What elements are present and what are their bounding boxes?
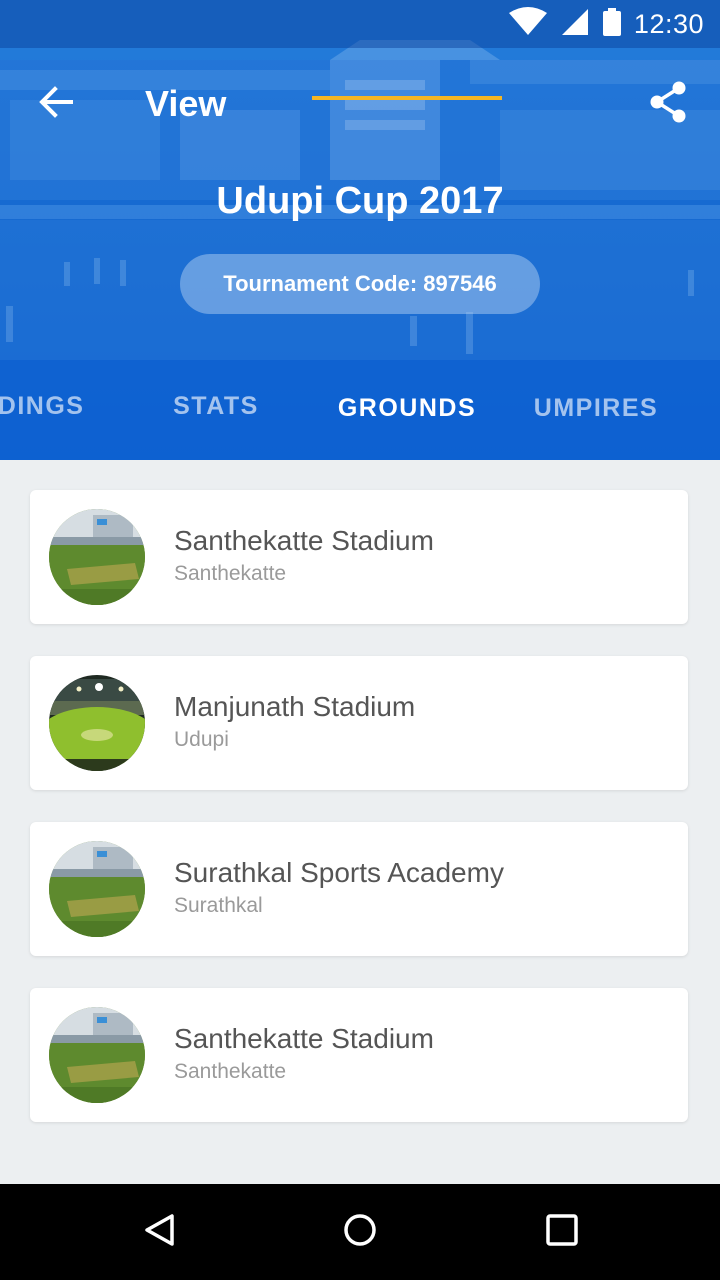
ground-thumbnail — [49, 1007, 145, 1103]
ground-thumbnail — [49, 509, 145, 605]
tournament-code-badge: Tournament Code: 897546 — [180, 254, 540, 314]
nav-back-button[interactable] — [130, 1202, 190, 1262]
arrow-left-icon — [38, 84, 74, 125]
ground-city: Santhekatte — [174, 1060, 287, 1083]
back-button[interactable] — [24, 72, 88, 136]
battery-icon — [602, 7, 622, 42]
ground-city: Santhekatte — [174, 562, 287, 585]
share-icon — [648, 80, 688, 129]
tab-standings[interactable]: STANDINGS — [0, 360, 130, 460]
ground-thumbnail — [49, 675, 145, 771]
tournament-name: Udupi Cup 2017 — [216, 180, 504, 222]
tab-label: STATS — [173, 392, 259, 420]
tab-label: STANDINGS — [0, 392, 85, 420]
ground-thumbnail — [49, 841, 145, 937]
nav-recents-button[interactable] — [532, 1202, 592, 1262]
nav-home-button[interactable] — [330, 1202, 390, 1262]
ground-card[interactable]: Manjunath Stadium Udupi — [30, 656, 688, 790]
status-time: 12:30 — [633, 8, 704, 39]
grounds-list: Santhekatte Stadium Santhekatte Manjunat… — [0, 460, 720, 1184]
wifi-icon — [508, 6, 548, 42]
tab-grounds[interactable]: GROUNDS — [312, 360, 502, 460]
ground-name: Surathkal Sports Academy — [174, 857, 504, 888]
ground-card[interactable]: Santhekatte Stadium Santhekatte — [30, 490, 688, 624]
toolbar-title: View — [145, 83, 227, 124]
ground-city: Surathkal — [174, 894, 263, 917]
tab-label: UMPIRES — [533, 394, 659, 422]
tab-stats[interactable]: STATS — [130, 360, 302, 460]
home-circle-icon — [342, 1212, 378, 1253]
app-root: 12:30 View Udupi Cup 2017 Tournament Cod… — [0, 0, 720, 1280]
system-navigation-bar — [0, 1184, 720, 1280]
tournament-header: 12:30 View Udupi Cup 2017 Tournament Cod… — [0, 0, 720, 460]
status-icons: 12:30 — [508, 0, 704, 48]
ground-card[interactable]: Santhekatte Stadium Santhekatte — [30, 988, 688, 1122]
status-bar: 12:30 — [0, 0, 720, 48]
tab-bar: STANDINGS STATS GROUNDS UMPIRES — [0, 360, 720, 460]
signal-icon — [560, 7, 590, 42]
ground-name: Santhekatte Stadium — [174, 1023, 434, 1054]
back-triangle-icon — [142, 1212, 178, 1253]
ground-card[interactable]: Surathkal Sports Academy Surathkal — [30, 822, 688, 956]
toolbar: View — [0, 48, 720, 160]
recents-square-icon — [544, 1212, 580, 1253]
tab-umpires[interactable]: UMPIRES — [510, 360, 682, 460]
tournament-code-text: Tournament Code: 897546 — [223, 271, 497, 296]
ground-name: Santhekatte Stadium — [174, 525, 434, 556]
tab-label: GROUNDS — [337, 394, 477, 422]
active-tab-indicator — [312, 96, 502, 100]
share-button[interactable] — [636, 72, 700, 136]
ground-name: Manjunath Stadium — [174, 691, 416, 722]
ground-city: Udupi — [174, 728, 229, 751]
